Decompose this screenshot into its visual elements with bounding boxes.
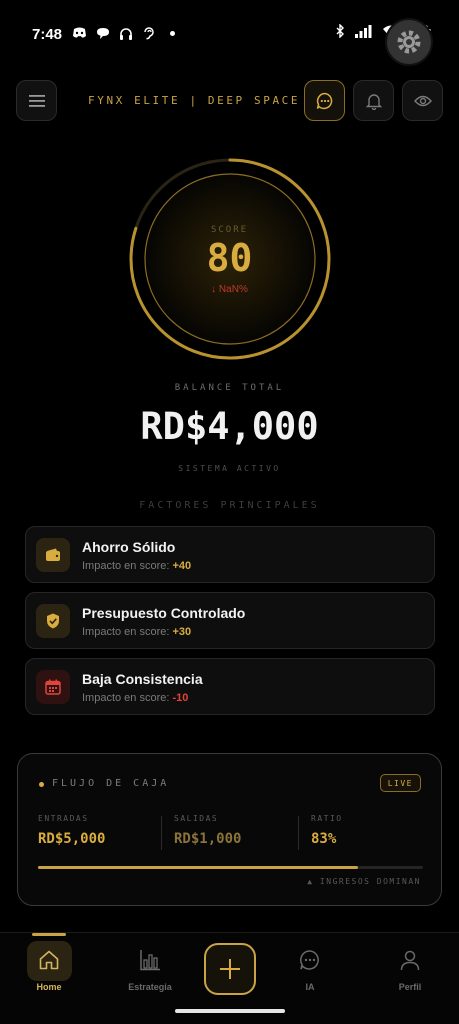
menu-button[interactable] <box>16 80 57 121</box>
nav-profile-label: Perfil <box>398 982 422 992</box>
factor-card-savings[interactable]: Ahorro Sólido Impacto en score: +40 <box>25 526 435 583</box>
cash-flow-note: ▲ INGRESOS DOMINAN <box>307 877 421 886</box>
income-value: RD$5,000 <box>38 831 106 847</box>
nav-home-label: Home <box>36 982 62 992</box>
balance-label: BALANCE TOTAL <box>174 383 285 393</box>
income-label: ENTRADAS <box>38 814 89 823</box>
signal-icon <box>355 24 372 38</box>
bell-icon <box>365 93 382 110</box>
notifications-button[interactable] <box>353 80 394 121</box>
score-change: ↓ NaN% <box>211 284 248 295</box>
factor-impact: Impacto en score: +40 <box>82 560 192 572</box>
factors-title: FACTORES PRINCIPALES <box>139 500 320 511</box>
add-button[interactable] <box>204 943 256 995</box>
app-brand-title: FYNX ELITE | DEEP SPACE <box>88 94 301 107</box>
expenses-label: SALIDAS <box>174 814 219 823</box>
factor-name: Presupuesto Controlado <box>82 605 246 621</box>
calendar-icon <box>36 670 70 704</box>
live-badge: LIVE <box>379 774 421 792</box>
factor-name: Ahorro Sólido <box>82 539 176 555</box>
column-divider <box>298 816 299 850</box>
home-indicator[interactable] <box>175 1009 285 1013</box>
dot-icon <box>170 30 175 36</box>
expenses-column: SALIDAS RD$1,000 <box>174 814 241 847</box>
system-status: SISTEMA ACTIVO <box>178 464 281 473</box>
app-header: FYNX ELITE | DEEP SPACE <box>16 80 443 122</box>
nav-ai-label: IA <box>305 982 315 992</box>
headphones-icon <box>120 27 132 40</box>
hearing-icon <box>144 27 154 40</box>
chat-bubble-icon <box>97 27 109 39</box>
factor-impact: Impacto en score: -10 <box>82 692 189 704</box>
status-bar: 7:48 <box>0 0 459 68</box>
nav-profile[interactable]: Perfil <box>374 949 446 992</box>
settings-gear-icon[interactable] <box>385 18 433 66</box>
ai-chat-icon <box>300 950 319 970</box>
cash-flow-title: FLUJO DE CAJA <box>52 778 170 789</box>
chat-icon <box>316 92 332 109</box>
eye-icon <box>413 95 432 106</box>
nav-strategy[interactable]: Estrategia <box>114 949 186 992</box>
wallet-icon <box>36 538 70 572</box>
profile-icon <box>400 950 420 971</box>
factor-card-consistency[interactable]: Baja Consistencia Impacto en score: -10 <box>25 658 435 715</box>
factor-impact: Impacto en score: +30 <box>82 626 192 638</box>
score-value: 80 <box>206 236 253 280</box>
status-dot <box>39 782 44 787</box>
discord-icon <box>73 27 86 38</box>
nav-home[interactable]: Home <box>13 949 85 992</box>
ratio-label: RATIO <box>311 814 343 823</box>
column-divider <box>161 816 162 850</box>
chat-button[interactable] <box>304 80 345 121</box>
ratio-column: RATIO 83% <box>311 814 343 847</box>
ratio-bar-fill <box>38 866 358 869</box>
nav-ai[interactable]: IA <box>274 949 346 992</box>
active-indicator <box>32 933 66 936</box>
bar-chart-icon <box>140 950 160 971</box>
status-time: 7:48 <box>32 26 63 43</box>
notification-icons <box>72 26 175 40</box>
shield-check-icon <box>36 604 70 638</box>
balance-value: RD$4,000 <box>140 405 319 448</box>
bluetooth-icon <box>336 24 344 38</box>
income-column: ENTRADAS RD$5,000 <box>38 814 105 847</box>
ratio-value: 83% <box>311 831 337 847</box>
factor-card-budget[interactable]: Presupuesto Controlado Impacto en score:… <box>25 592 435 649</box>
factor-name: Baja Consistencia <box>82 671 203 687</box>
home-icon <box>39 950 59 970</box>
nav-strategy-label: Estrategia <box>128 982 172 992</box>
cash-flow-card[interactable]: FLUJO DE CAJA LIVE ENTRADAS RD$5,000 SAL… <box>17 753 442 906</box>
menu-icon <box>28 94 45 107</box>
score-label: SCORE <box>210 225 249 235</box>
plus-icon <box>220 959 240 979</box>
ratio-bar <box>38 866 423 869</box>
expenses-value: RD$1,000 <box>174 831 242 847</box>
visibility-button[interactable] <box>402 80 443 121</box>
